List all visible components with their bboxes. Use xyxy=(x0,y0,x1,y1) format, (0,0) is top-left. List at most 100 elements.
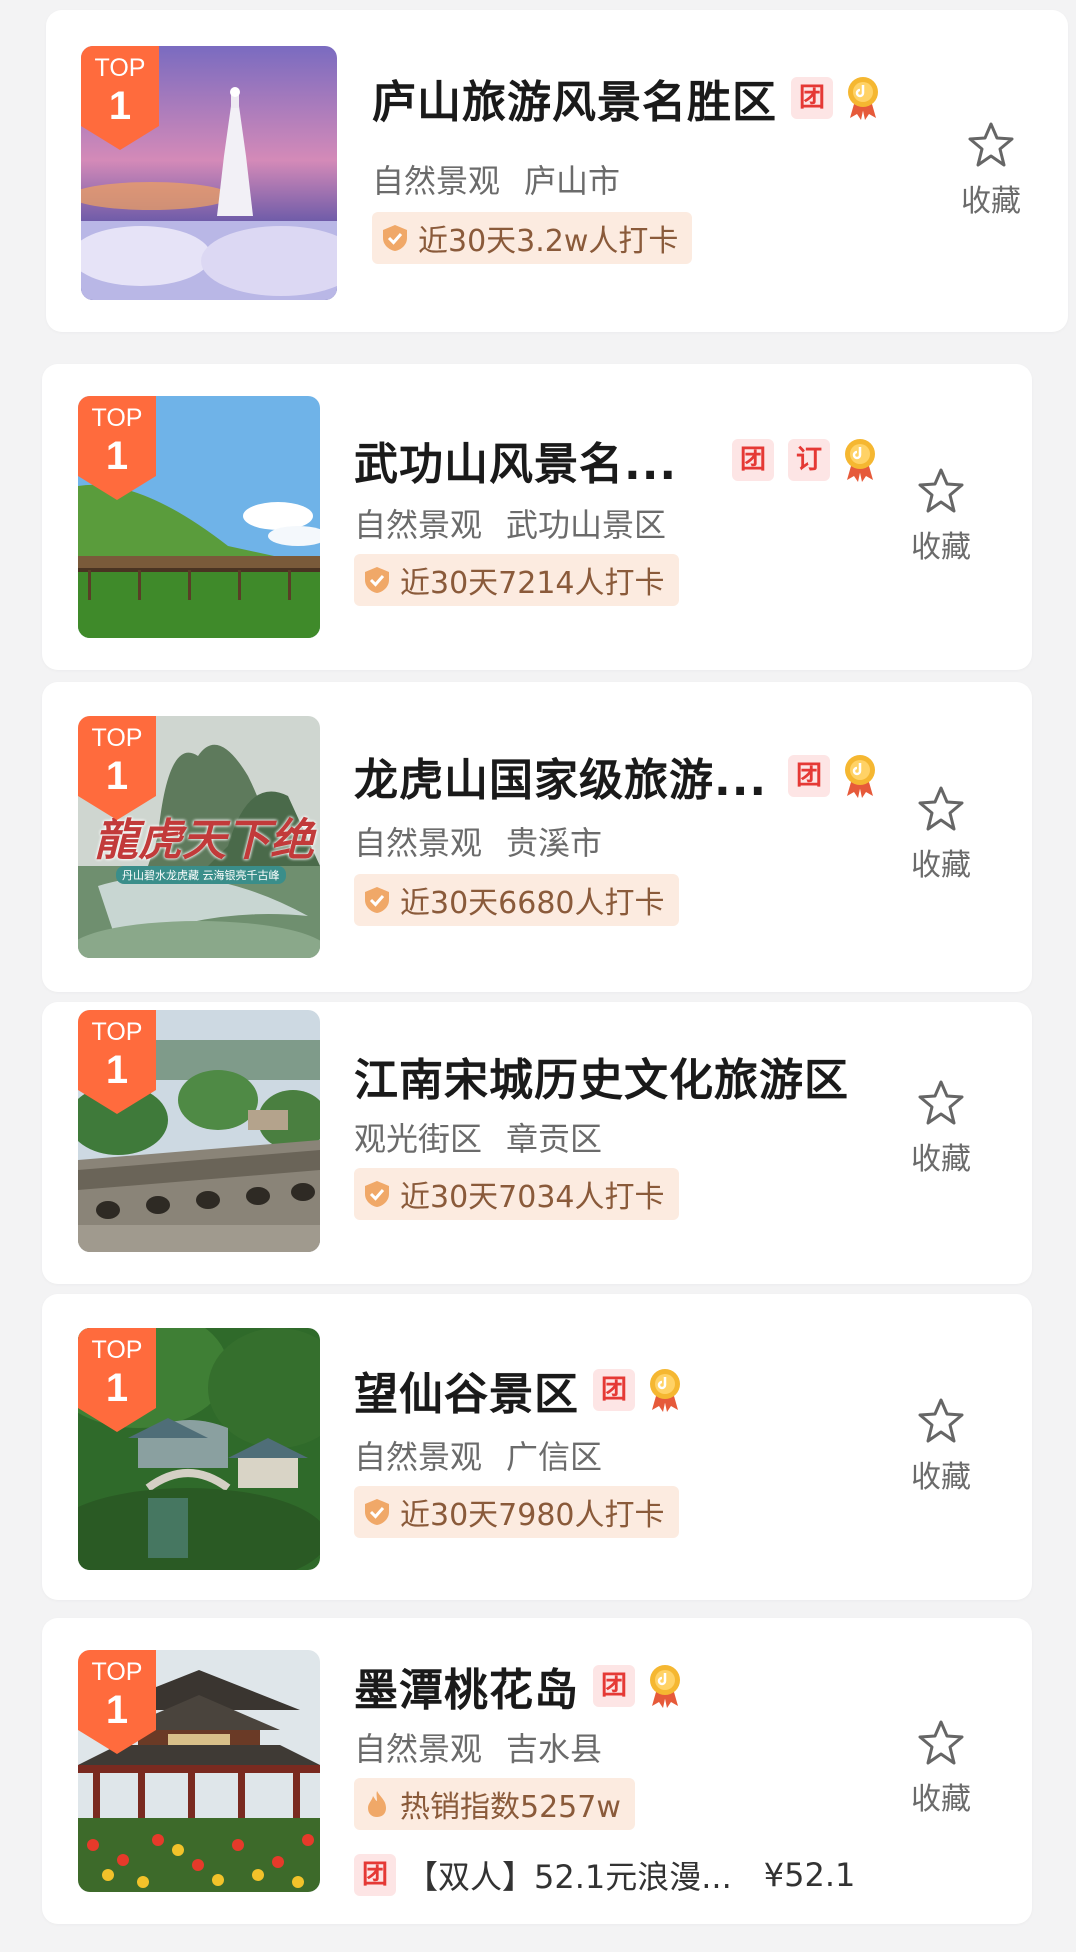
rank-number: 1 xyxy=(105,1048,129,1092)
favorite-label: 收藏 xyxy=(911,1460,971,1495)
rank-number: 1 xyxy=(105,1688,129,1732)
deal-title[interactable]: 【双人】52.1元浪漫... xyxy=(406,1852,732,1898)
location-label: 吉水县 xyxy=(506,1730,603,1768)
favorite-label: 收藏 xyxy=(911,848,971,883)
favorite-button[interactable]: 收藏 xyxy=(896,1078,986,1178)
booking-tag: 订 xyxy=(788,439,830,481)
star-outline-icon xyxy=(968,122,1014,167)
attraction-subtitle: 自然景观 武功山景区 xyxy=(354,500,666,546)
rank-number: 1 xyxy=(108,84,132,128)
attraction-card-wangxiangu[interactable]: TOP 1 望仙谷景区 团 自然景观 广信区 近30天7980人打卡 收藏 xyxy=(42,1294,1032,1600)
hot-index-text: 热销指数5257w xyxy=(400,1790,621,1825)
checkin-text: 近30天7214人打卡 xyxy=(400,566,665,601)
star-outline-icon xyxy=(918,786,964,831)
attraction-card-wugongshan[interactable]: TOP 1 武功山风景名... 团 订 自然景观 武功山景区 近30天7214人打… xyxy=(42,364,1032,670)
title-row: 龙虎山国家级旅游... 团 xyxy=(354,744,878,808)
attraction-title[interactable]: 墨潭桃花岛 xyxy=(354,1654,579,1718)
rank-number: 1 xyxy=(105,1366,129,1410)
rank-badge: TOP 1 xyxy=(78,716,156,820)
attraction-list: TOP 1 庐山旅游风景名胜区 团 自然景观 庐山市 近30天3.2w人打卡 收藏 xyxy=(0,0,1076,1952)
favorite-button[interactable]: 收藏 xyxy=(946,120,1036,220)
star-outline-icon xyxy=(918,1398,964,1443)
verified-shield-icon xyxy=(380,223,410,253)
attraction-title[interactable]: 庐山旅游风景名胜区 xyxy=(372,66,777,130)
rank-number: 1 xyxy=(105,754,129,798)
category-label: 自然景观 xyxy=(354,1730,483,1768)
attraction-thumbnail[interactable]: TOP 1 xyxy=(78,1010,320,1252)
favorite-label: 收藏 xyxy=(911,1142,971,1177)
title-row: 江南宋城历史文化旅游区 xyxy=(354,1044,849,1108)
rank-label: TOP xyxy=(91,1018,143,1046)
favorite-label: 收藏 xyxy=(961,184,1021,219)
title-row: 庐山旅游风景名胜区 团 xyxy=(372,66,881,130)
location-label: 庐山市 xyxy=(524,162,621,200)
gold-medal-icon xyxy=(647,1368,683,1412)
attraction-thumbnail[interactable]: 龍虎天下绝 丹山碧水龙虎藏 云海银亮千古峰 TOP 1 xyxy=(78,716,320,958)
rank-badge: TOP 1 xyxy=(78,1328,156,1432)
attraction-title[interactable]: 龙虎山国家级旅游... xyxy=(354,744,774,808)
location-label: 章贡区 xyxy=(506,1120,603,1158)
favorite-button[interactable]: 收藏 xyxy=(896,1396,986,1496)
attraction-subtitle: 自然景观 庐山市 xyxy=(372,156,620,202)
category-label: 自然景观 xyxy=(354,1438,483,1476)
group-buy-tag: 团 xyxy=(593,1665,635,1707)
checkin-text: 近30天7034人打卡 xyxy=(400,1180,665,1215)
title-row: 墨潭桃花岛 团 xyxy=(354,1654,683,1718)
checkin-stat-badge: 近30天7214人打卡 xyxy=(354,554,679,606)
rank-number: 1 xyxy=(105,434,129,478)
rank-label: TOP xyxy=(91,404,143,432)
verified-shield-icon xyxy=(362,1179,392,1209)
flame-icon xyxy=(362,1789,392,1819)
checkin-stat-badge: 近30天3.2w人打卡 xyxy=(372,212,693,264)
attraction-thumbnail[interactable]: TOP 1 xyxy=(78,396,320,638)
attraction-subtitle: 观光街区 章贡区 xyxy=(354,1114,602,1160)
rank-label: TOP xyxy=(94,54,146,82)
attraction-subtitle: 自然景观 贵溪市 xyxy=(354,818,602,864)
hot-index-badge: 热销指数5257w xyxy=(354,1778,635,1830)
star-outline-icon xyxy=(918,1720,964,1765)
deal-price: ¥52.1 xyxy=(763,1856,856,1894)
rank-label: TOP xyxy=(91,1658,143,1686)
rank-badge: TOP 1 xyxy=(81,46,159,150)
gold-medal-icon xyxy=(842,754,878,798)
attraction-thumbnail[interactable]: TOP 1 xyxy=(81,46,337,300)
checkin-stat-badge: 近30天6680人打卡 xyxy=(354,874,679,926)
category-label: 自然景观 xyxy=(354,506,483,544)
location-label: 广信区 xyxy=(506,1438,603,1476)
verified-shield-icon xyxy=(362,885,392,915)
favorite-label: 收藏 xyxy=(911,530,971,565)
attraction-card-motan[interactable]: TOP 1 墨潭桃花岛 团 自然景观 吉水县 热销指数5257w 团 【双人】52… xyxy=(42,1618,1032,1924)
favorite-button[interactable]: 收藏 xyxy=(896,784,986,884)
attraction-thumbnail[interactable]: TOP 1 xyxy=(78,1650,320,1892)
title-row: 望仙谷景区 团 xyxy=(354,1358,683,1422)
attraction-card-lushan[interactable]: TOP 1 庐山旅游风景名胜区 团 自然景观 庐山市 近30天3.2w人打卡 收藏 xyxy=(46,10,1068,332)
attraction-card-longhushan[interactable]: 龍虎天下绝 丹山碧水龙虎藏 云海银亮千古峰 TOP 1 龙虎山国家级旅游... … xyxy=(42,682,1032,992)
rank-badge: TOP 1 xyxy=(78,1010,156,1114)
favorite-button[interactable]: 收藏 xyxy=(896,466,986,566)
category-label: 自然景观 xyxy=(354,824,483,862)
group-buy-tag: 团 xyxy=(788,755,830,797)
group-deal-row[interactable]: 团 【双人】52.1元浪漫... ¥52.1 xyxy=(354,1852,855,1898)
category-label: 观光街区 xyxy=(354,1120,483,1158)
attraction-title[interactable]: 望仙谷景区 xyxy=(354,1358,579,1422)
attraction-card-songcheng[interactable]: TOP 1 江南宋城历史文化旅游区 观光街区 章贡区 近30天7034人打卡 收藏 xyxy=(42,1002,1032,1284)
verified-shield-icon xyxy=(362,1497,392,1527)
group-buy-tag: 团 xyxy=(791,77,833,119)
attraction-title[interactable]: 武功山风景名... xyxy=(354,428,684,492)
gold-medal-icon xyxy=(845,76,881,120)
favorite-label: 收藏 xyxy=(911,1782,971,1817)
attraction-thumbnail[interactable]: TOP 1 xyxy=(78,1328,320,1570)
attraction-title[interactable]: 江南宋城历史文化旅游区 xyxy=(354,1044,849,1108)
gold-medal-icon xyxy=(647,1664,683,1708)
category-label: 自然景观 xyxy=(372,162,501,200)
checkin-text: 近30天7980人打卡 xyxy=(400,1498,665,1533)
group-buy-tag: 团 xyxy=(732,439,774,481)
image-overlay-caption: 丹山碧水龙虎藏 云海银亮千古峰 xyxy=(116,866,286,884)
checkin-stat-badge: 近30天7034人打卡 xyxy=(354,1168,679,1220)
attraction-subtitle: 自然景观 吉水县 xyxy=(354,1724,602,1770)
checkin-text: 近30天3.2w人打卡 xyxy=(418,224,679,259)
favorite-button[interactable]: 收藏 xyxy=(896,1718,986,1818)
rank-label: TOP xyxy=(91,724,143,752)
star-outline-icon xyxy=(918,468,964,513)
rank-badge: TOP 1 xyxy=(78,1650,156,1754)
